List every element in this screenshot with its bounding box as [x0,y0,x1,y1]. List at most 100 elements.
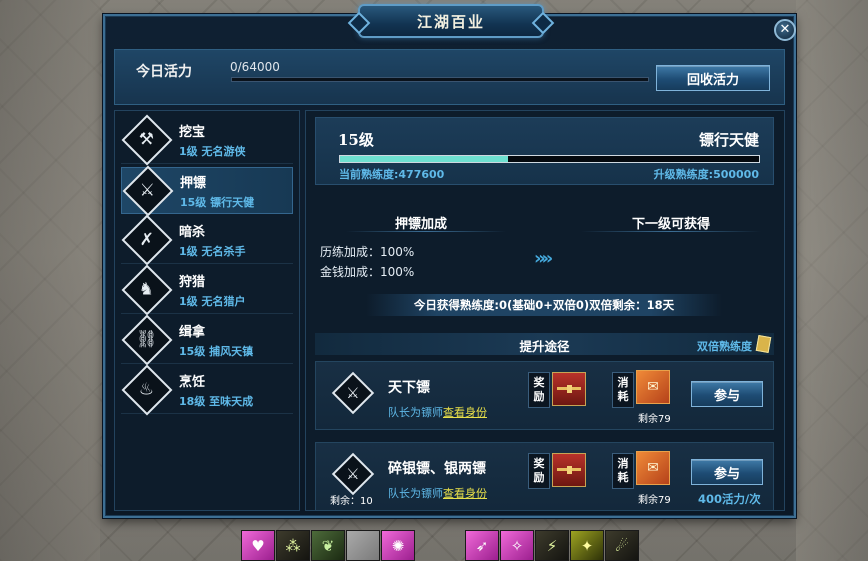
next-level-heading: 下一级可获得 [631,217,710,232]
leader-requirement: 队长为镖师 [388,406,443,419]
escort-glyph: ⚔ [346,383,360,402]
sidebar-item-level: 15级 捕风天镇 [179,345,254,358]
cost-tag-char: 消 [617,376,629,389]
handcuff-icon: ⛓ [121,314,173,366]
sidebar-item-level: 1级 无名杀手 [179,245,246,258]
route-item-tianxia: ⚔ 天下镖 队长为镖师查看身份 奖励 消耗 ✉ 剩余79 参与 [315,361,774,430]
sidebar-item-assassinate[interactable]: ✗ 暗杀 1级 无名杀手 [121,214,293,266]
escort-token-icon[interactable]: ✉ [636,370,670,404]
join-button[interactable]: 参与 [691,381,763,407]
view-identity-link[interactable]: 查看身份 [443,487,487,500]
route-name: 天下镖 [388,380,430,396]
empty-slot-icon[interactable] [346,530,380,561]
experience-bonus: 历练加成：100% [320,245,415,259]
handcuff-glyph: ⛓ [136,329,158,350]
claw-skill-icon[interactable]: ⁂ [276,530,310,561]
treasure-chest-icon[interactable] [552,453,586,487]
bonus-divider [346,231,506,232]
profession-rank: 镖行天健 [698,131,759,149]
route-header: 提升途径 双倍熟练度 [315,333,774,355]
cost-tag-char: 消 [617,457,629,470]
next-level-proficiency: 升级熟练度:500000 [653,168,759,181]
cost-tag-char: 耗 [617,390,629,403]
double-arrow-icon: »» [534,248,553,269]
slash-skill-icon[interactable]: ⚡ [535,530,569,561]
route-leader-text: 队长为镖师查看身份 [388,404,487,420]
route-leader-text: 队长为镖师查看身份 [388,485,487,501]
window-title: 江湖百业 [416,12,485,31]
vitality-cost: 400活力/次 [698,492,761,506]
leaf-skill-icon[interactable]: ❦ [311,530,345,561]
reward-tag-char: 励 [533,390,545,403]
cooking-icon: ♨ [121,364,173,416]
reward-tag-char: 奖 [533,457,545,470]
background-wall-right [796,0,868,561]
recycle-vitality-button[interactable]: 回收活力 [656,65,770,91]
vitality-label: 今日活力 [136,64,192,80]
sidebar-item-escort[interactable]: ⚔ 押镖 15级 镖行天健 [121,165,293,216]
cost-tag: 消耗 [612,453,634,489]
daggers-glyph: ✗ [139,229,155,250]
token-remaining: 剩余79 [638,414,671,425]
escort-icon: ⚔ [122,165,174,216]
profession-level: 15级 [338,131,374,149]
couple-skill-icon[interactable]: ♥ [241,530,275,561]
current-proficiency: 当前熟练度:477600 [339,168,445,181]
sidebar-item-level: 1级 无名猎户 [179,295,246,308]
escort-icon: ⚔ [331,371,375,415]
proficiency-progress-bar [339,155,760,163]
sidebar-item-name: 缉拿 [179,325,206,340]
deer-icon: ♞ [121,264,173,316]
profession-detail-panel: 15级 镖行天健 当前熟练度:477600 升级熟练度:500000 押镖加成 … [305,110,785,511]
sidebar-item-dig-treasure[interactable]: ⚒ 挖宝 1级 无名游侠 [121,114,293,166]
background-wall-left [0,0,100,561]
sidebar-item-name: 烹饪 [179,375,206,390]
sidebar-item-cooking[interactable]: ♨ 烹饪 18级 至味天成 [121,364,293,416]
cost-tag: 消耗 [612,372,634,408]
title-plate: 江湖百业 [358,4,544,38]
token-remaining: 剩余79 [638,495,671,506]
skill-hotbar-left: ♥ ⁂ ❦ ✺ [241,530,416,561]
strike-skill-icon[interactable]: ✦ [570,530,604,561]
reward-tag-char: 奖 [533,376,545,389]
close-icon[interactable]: ✕ [774,19,796,41]
reward-tag: 奖励 [528,372,550,408]
sidebar-item-hunt[interactable]: ♞ 狩猎 1级 无名猎户 [121,264,293,316]
view-identity-link[interactable]: 查看身份 [443,406,487,419]
proficiency-progress-fill [340,156,508,162]
next-level-divider [581,231,761,232]
escort-icon: ⚔ [331,452,375,496]
reward-tag-char: 励 [533,471,545,484]
cooking-glyph: ♨ [139,379,155,400]
sidebar-item-name: 押镖 [180,175,207,191]
burst-skill-icon[interactable]: ✺ [381,530,415,561]
skill-hotbar-right: ➶ ✧ ⚡ ✦ ☄ [465,530,640,561]
cost-tag-char: 耗 [617,471,629,484]
profession-sidebar: ⚒ 挖宝 1级 无名游侠 ⚔ 押镖 15级 镖行天健 ✗ 暗杀 1级 无名杀手 ♞ 狩… [114,110,300,511]
money-bonus: 金钱加成：100% [320,265,415,279]
sidebar-item-level: 18级 至味天成 [179,395,254,408]
leader-requirement: 队长为镖师 [388,487,443,500]
sidebar-item-name: 暗杀 [179,225,206,240]
bonus-heading: 押镖加成 [394,217,447,232]
escort-token-icon[interactable]: ✉ [636,451,670,485]
shovel-icon: ⚒ [121,114,173,166]
join-button[interactable]: 参与 [691,459,763,485]
escort-glyph: ⚔ [346,464,360,483]
spin-skill-icon[interactable]: ✧ [500,530,534,561]
double-proficiency-label: 双倍熟练度 [697,340,752,353]
sidebar-item-arrest[interactable]: ⛓ 缉拿 15级 捕风天镇 [121,314,293,366]
route-item-silver: ⚔ 剩余：10 碎银镖、银两镖 队长为镖师查看身份 奖励 消耗 ✉ 剩余79 参… [315,442,774,511]
deer-glyph: ♞ [139,279,155,300]
dash-skill-icon[interactable]: ➶ [465,530,499,561]
vitality-progress-bar [231,77,649,82]
vitality-value: 0/64000 [230,60,280,74]
treasure-chest-icon[interactable] [552,372,586,406]
sidebar-item-name: 狩猎 [179,275,206,290]
escort-glyph: ⚔ [140,180,156,200]
sidebar-item-level: 15级 镖行天健 [180,195,255,209]
profession-header: 15级 镖行天健 当前熟练度:477600 升级熟练度:500000 [315,117,774,185]
today-proficiency: 今日获得熟练度:0(基础0+双倍0)双倍剩余：18天 [366,294,722,316]
double-scroll-icon[interactable] [755,334,772,354]
kick-skill-icon[interactable]: ☄ [605,530,639,561]
